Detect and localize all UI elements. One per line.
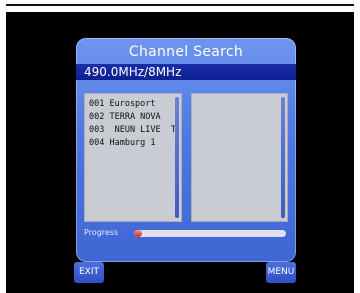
left-list-scroll-thumb[interactable]: [175, 97, 179, 218]
top-divider: [6, 4, 354, 6]
frequency-readout: 490.0MHz/8MHz: [84, 65, 182, 79]
channel-item: 001 Eurosport: [89, 99, 156, 109]
dialog-title: Channel Search: [128, 44, 244, 60]
channel-item: 002 TERRA NOVA: [89, 112, 161, 122]
found-channels-list[interactable]: 001 Eurosport 002 TERRA NOVA 003 NEUN LI…: [84, 93, 182, 222]
exit-button[interactable]: EXIT: [74, 262, 104, 283]
progress-label: Progress: [84, 228, 119, 237]
progress-fill: [134, 230, 142, 237]
left-list-scrollbar[interactable]: [175, 97, 179, 218]
channel-item: 004 Hamburg 1: [89, 138, 156, 148]
tv-display: Channel Search 490.0MHz/8MHz 001 Eurospo…: [6, 12, 354, 293]
right-list-scroll-thumb[interactable]: [281, 97, 285, 218]
channel-item: 003 NEUN LIVE T: [89, 125, 176, 135]
menu-button[interactable]: MENU: [266, 262, 296, 283]
right-list-scrollbar[interactable]: [281, 97, 285, 218]
secondary-channels-list[interactable]: [191, 93, 288, 222]
frequency-bar: 490.0MHz/8MHz: [76, 64, 296, 80]
screen: Channel Search 490.0MHz/8MHz 001 Eurospo…: [0, 0, 360, 293]
progress-bar: [134, 230, 286, 237]
channel-search-dialog: Channel Search 490.0MHz/8MHz 001 Eurospo…: [76, 38, 296, 262]
